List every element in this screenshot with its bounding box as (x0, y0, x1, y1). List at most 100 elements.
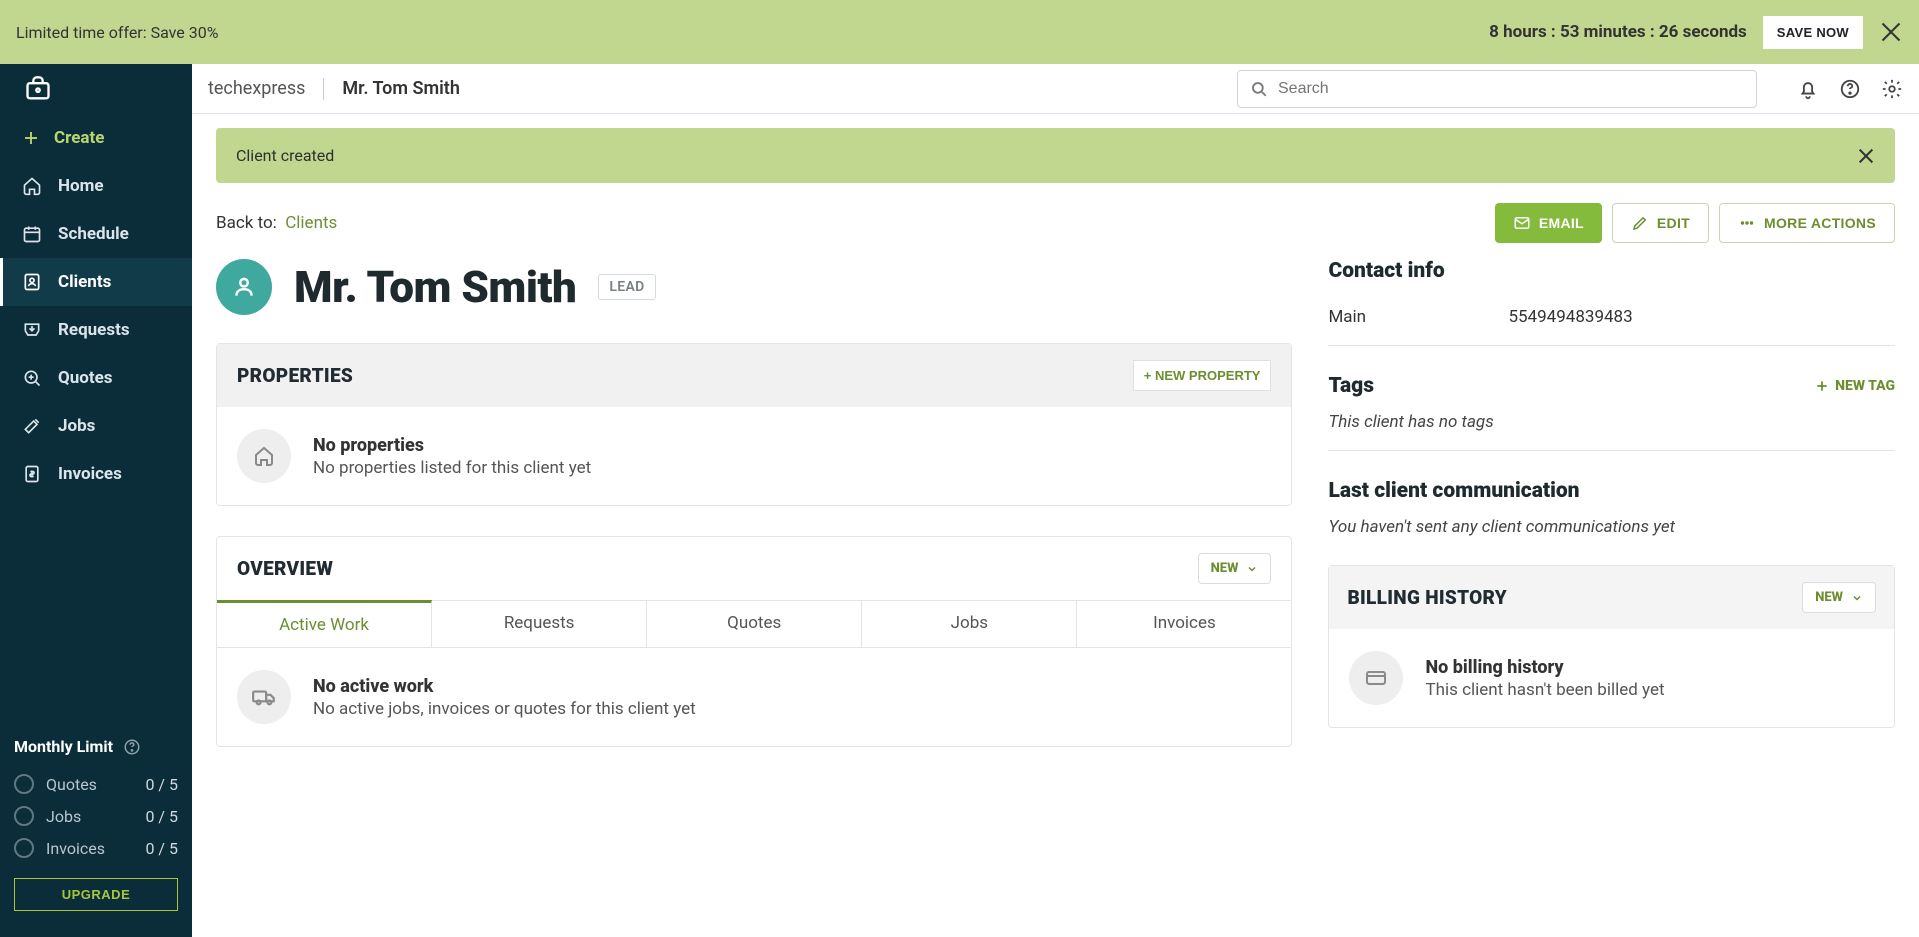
chevron-down-icon (1851, 592, 1863, 604)
page-title: Mr. Tom Smith (342, 78, 459, 99)
invoice-icon (22, 464, 42, 484)
truck-icon (237, 670, 291, 724)
limit-invoices: Invoices 0 / 5 (14, 832, 178, 864)
empty-subtitle: No properties listed for this client yet (313, 458, 591, 478)
tab-jobs[interactable]: Jobs (862, 601, 1077, 647)
nav-quotes[interactable]: Quotes (0, 354, 192, 402)
nav-home[interactable]: Home (0, 162, 192, 210)
back-to: Back to: Clients (216, 213, 337, 233)
progress-circle-icon (14, 774, 34, 794)
empty-billing: No billing history This client hasn't be… (1329, 629, 1894, 727)
nav-schedule[interactable]: Schedule (0, 210, 192, 258)
quote-icon (22, 368, 42, 388)
logo-area[interactable] (0, 64, 192, 114)
client-name: Mr. Tom Smith (294, 261, 576, 313)
nav-jobs[interactable]: Jobs (0, 402, 192, 450)
hammer-icon (22, 416, 42, 436)
tab-requests[interactable]: Requests (432, 601, 647, 647)
alert-message: Client created (236, 146, 334, 165)
alert-banner: Client created (216, 128, 1895, 183)
promo-text: Limited time offer: Save 30% (16, 23, 218, 42)
empty-subtitle: This client hasn't been billed yet (1425, 680, 1664, 700)
tab-invoices[interactable]: Invoices (1077, 601, 1291, 647)
card-icon (1349, 651, 1403, 705)
email-button[interactable]: EMAIL (1495, 203, 1602, 243)
promo-countdown: 8 hours : 53 minutes : 26 seconds (1489, 22, 1747, 42)
new-dropdown[interactable]: NEW (1198, 553, 1272, 584)
limit-jobs: Jobs 0 / 5 (14, 800, 178, 832)
nav-label: Requests (58, 320, 130, 340)
close-icon[interactable] (1857, 147, 1875, 165)
nav-label: Jobs (58, 416, 95, 436)
lead-badge: LEAD (598, 274, 655, 300)
section-title: Tags (1328, 374, 1374, 398)
back-link[interactable]: Clients (285, 213, 337, 233)
overview-tabs: Active Work Requests Quotes Jobs Invoice… (217, 600, 1291, 648)
sidebar: Create Home Schedule Clients Requests Qu… (0, 64, 192, 937)
pencil-icon (1631, 214, 1649, 232)
nav-label: Schedule (58, 224, 129, 244)
nav-clients[interactable]: Clients (0, 258, 192, 306)
separator (323, 78, 324, 100)
home-icon (22, 176, 42, 196)
card-title: OVERVIEW (237, 557, 333, 580)
empty-overview: No active work No active jobs, invoices … (217, 648, 1291, 746)
gear-icon[interactable] (1881, 78, 1903, 100)
more-actions-button[interactable]: MORE ACTIONS (1719, 203, 1895, 243)
create-button[interactable]: Create (0, 114, 192, 162)
help-icon[interactable] (1839, 78, 1861, 100)
inbox-icon (22, 320, 42, 340)
person-icon (231, 274, 257, 300)
search-icon (1250, 80, 1268, 98)
card-title: PROPERTIES (237, 364, 353, 387)
search-input[interactable] (1278, 80, 1744, 98)
card-title: BILLING HISTORY (1347, 586, 1507, 609)
contact-value[interactable]: 5549494839483 (1508, 307, 1895, 327)
avatar (216, 259, 272, 315)
nav-invoices[interactable]: Invoices (0, 450, 192, 498)
properties-card: PROPERTIES + NEW PROPERTY No properties … (216, 343, 1292, 506)
person-icon (22, 272, 42, 292)
divider (1328, 450, 1895, 451)
bell-icon[interactable] (1797, 78, 1819, 100)
contact-row: Main 5549494839483 (1328, 297, 1895, 337)
monthly-limit-section: Monthly Limit Quotes 0 / 5 Jobs 0 / 5 In… (0, 723, 192, 937)
contact-label: Main (1328, 307, 1508, 327)
plus-icon (1815, 379, 1829, 393)
tab-active-work[interactable]: Active Work (217, 600, 432, 647)
tags-empty: This client has no tags (1328, 412, 1895, 432)
progress-circle-icon (14, 806, 34, 826)
lastcomm-empty: You haven't sent any client communicatio… (1328, 517, 1895, 537)
plus-icon (22, 129, 40, 147)
main-content: techexpress Mr. Tom Smith Client created (192, 64, 1919, 937)
tags-section: Tags NEW TAG This client has no tags (1328, 374, 1895, 451)
limit-quotes: Quotes 0 / 5 (14, 768, 178, 800)
empty-title: No properties (313, 435, 591, 456)
help-icon[interactable] (123, 738, 141, 756)
promo-bar: Limited time offer: Save 30% 8 hours : 5… (0, 0, 1919, 64)
empty-title: No active work (313, 676, 696, 697)
empty-title: No billing history (1425, 657, 1664, 678)
overview-card: OVERVIEW NEW Active Work Requests Quotes… (216, 536, 1292, 747)
house-icon (237, 429, 291, 483)
nav-label: Home (58, 176, 104, 196)
tab-quotes[interactable]: Quotes (647, 601, 862, 647)
new-dropdown[interactable]: NEW (1802, 582, 1876, 613)
divider (1328, 345, 1895, 346)
new-tag-button[interactable]: NEW TAG (1815, 378, 1895, 394)
close-icon[interactable] (1879, 20, 1903, 44)
edit-button[interactable]: EDIT (1612, 203, 1709, 243)
company-name[interactable]: techexpress (208, 78, 305, 99)
save-now-button[interactable]: SAVE NOW (1763, 16, 1863, 49)
jobber-logo-icon (24, 75, 52, 103)
progress-circle-icon (14, 838, 34, 858)
nav-label: Clients (58, 272, 111, 292)
new-property-button[interactable]: + NEW PROPERTY (1133, 360, 1272, 391)
client-header: Mr. Tom Smith LEAD (216, 259, 1292, 315)
nav-label: Invoices (58, 464, 122, 484)
empty-subtitle: No active jobs, invoices or quotes for t… (313, 699, 696, 719)
search-box[interactable] (1237, 70, 1757, 108)
nav-requests[interactable]: Requests (0, 306, 192, 354)
calendar-icon (22, 224, 42, 244)
upgrade-button[interactable]: UPGRADE (14, 878, 178, 911)
